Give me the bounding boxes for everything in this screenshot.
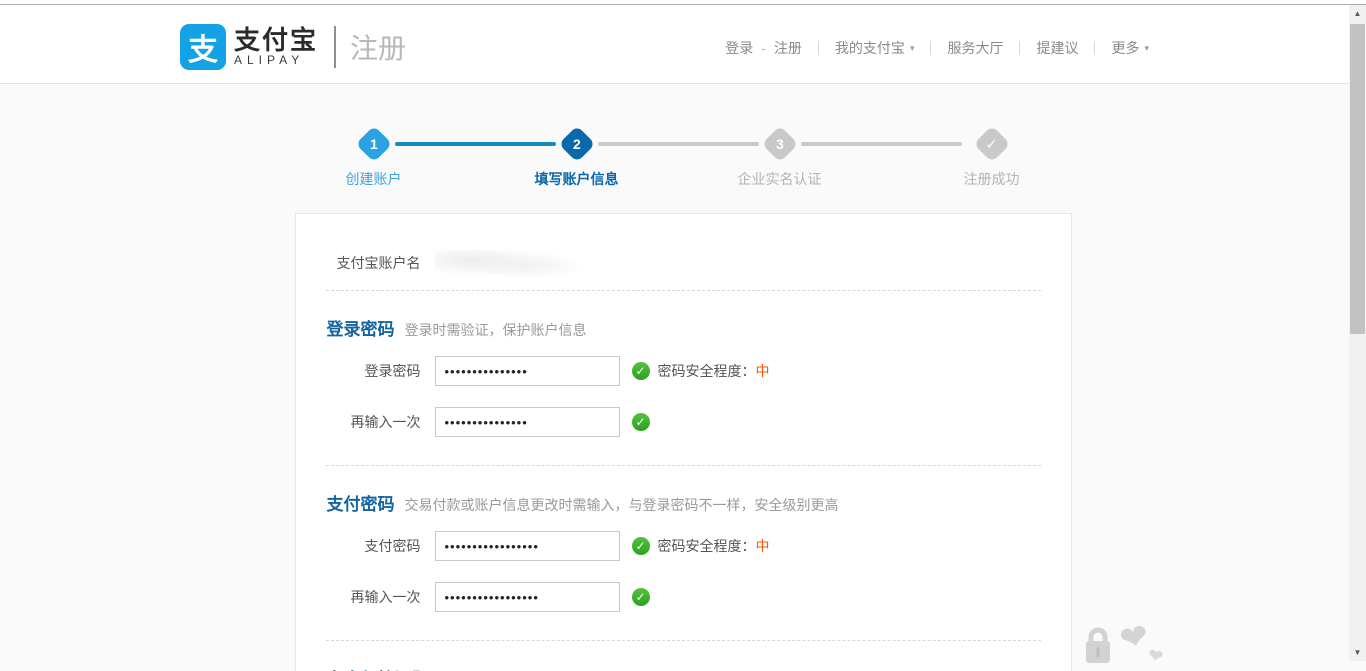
check-icon: ✓ xyxy=(632,362,650,380)
page-title: 注册 xyxy=(350,27,406,67)
nav-separator xyxy=(1094,41,1095,55)
pay-password-row: 支付密码 ✓ 密码安全程度：中 xyxy=(296,531,1071,561)
scroll-up-button[interactable]: ▲ xyxy=(1349,5,1366,22)
logo-glyph: 支 xyxy=(188,25,218,69)
account-info-form-card: 支付宝账户名 登录密码 登录时需验证，保护账户信息 登录密码 ✓ 密码安全程度：… xyxy=(295,213,1072,671)
step-connector-3-4 xyxy=(801,142,962,146)
nav-separator xyxy=(930,41,931,55)
login-password-input[interactable] xyxy=(435,356,620,386)
nav-dash: - xyxy=(761,40,766,56)
nav-login-link[interactable]: 登录 xyxy=(725,38,753,58)
top-nav: 登录 - 注册 我的支付宝 ▾ 服务大厅 提建议 更多 ▾ xyxy=(725,38,1149,58)
strength-label: 密码安全程度： xyxy=(658,538,756,554)
section-divider xyxy=(326,290,1041,291)
site-header: 支 支付宝 ALIPAY 注册 登录 - 注册 我的支付宝 ▾ 服务大厅 提建议… xyxy=(0,5,1349,84)
step-3-marker: 3 xyxy=(761,126,798,163)
password-strength: 密码安全程度：中 xyxy=(658,536,770,556)
scrollbar-thumb[interactable] xyxy=(1350,24,1365,334)
login-password-section-header: 登录密码 登录时需验证，保护账户信息 xyxy=(327,315,1071,340)
check-icon: ✓ xyxy=(632,537,650,555)
nav-service-hall-link[interactable]: 服务大厅 xyxy=(947,38,1003,58)
step-4-label: 注册成功 xyxy=(964,169,1020,189)
account-name-redacted xyxy=(435,250,591,276)
lock-icon xyxy=(1083,626,1113,671)
account-name-row: 支付宝账户名 xyxy=(296,250,1071,276)
security-question-section-header: 安全保护问题 忘记密码时，可通过回答问题找回密码 xyxy=(327,665,1071,671)
logo-divider xyxy=(334,26,336,68)
brand-name-en: ALIPAY xyxy=(234,53,318,67)
section-title: 登录密码 xyxy=(327,315,395,340)
step-3-number: 3 xyxy=(776,136,784,152)
pay-password-confirm-input[interactable] xyxy=(435,582,620,612)
heart-icon: ❤ xyxy=(1146,645,1165,668)
step-4-check-icon: ✓ xyxy=(986,135,998,152)
login-password-confirm-input[interactable] xyxy=(435,407,620,437)
registration-steps: 1 2 3 ✓ 创建账户 填写账户信息 企业实名认证 注册成功 xyxy=(295,121,1072,191)
account-name-label: 支付宝账户名 xyxy=(296,253,421,273)
section-description: 登录时需验证，保护账户信息 xyxy=(405,320,587,340)
strength-label: 密码安全程度： xyxy=(658,363,756,379)
check-icon: ✓ xyxy=(632,413,650,431)
step-3-label: 企业实名认证 xyxy=(738,169,822,189)
step-1-number: 1 xyxy=(370,136,378,152)
section-description: 交易付款或账户信息更改时需输入，与登录密码不一样，安全级别更高 xyxy=(405,495,839,515)
section-divider xyxy=(326,465,1041,466)
field-label: 再输入一次 xyxy=(296,587,421,607)
nav-more-link[interactable]: 更多 xyxy=(1111,38,1139,58)
vertical-scrollbar[interactable]: ▲ ▼ xyxy=(1349,5,1366,661)
pay-password-confirm-row: 再输入一次 ✓ xyxy=(296,582,1071,612)
strength-value: 中 xyxy=(756,538,770,554)
login-password-confirm-row: 再输入一次 ✓ xyxy=(296,407,1071,437)
field-label: 支付密码 xyxy=(296,536,421,556)
chevron-down-icon[interactable]: ▾ xyxy=(1144,43,1149,54)
step-2-label: 填写账户信息 xyxy=(535,169,619,189)
heart-icon: ❤ xyxy=(1116,615,1152,660)
pay-password-section-header: 支付密码 交易付款或账户信息更改时需输入，与登录密码不一样，安全级别更高 xyxy=(327,490,1071,515)
brand-name-cn: 支付宝 xyxy=(234,27,318,53)
field-label: 登录密码 xyxy=(296,361,421,381)
login-password-row: 登录密码 ✓ 密码安全程度：中 xyxy=(296,356,1071,386)
alipay-logo[interactable]: 支 支付宝 ALIPAY 注册 xyxy=(180,24,406,70)
section-title: 支付密码 xyxy=(327,490,395,515)
nav-feedback-link[interactable]: 提建议 xyxy=(1036,38,1078,58)
scroll-down-button[interactable]: ▼ xyxy=(1349,644,1366,661)
browser-chrome-edge xyxy=(0,0,1366,5)
chevron-down-icon[interactable]: ▾ xyxy=(910,43,915,54)
field-label: 再输入一次 xyxy=(296,412,421,432)
step-4-marker: ✓ xyxy=(973,126,1010,163)
step-1-label: 创建账户 xyxy=(346,169,402,189)
step-1-marker: 1 xyxy=(355,126,392,163)
brand-text: 支付宝 ALIPAY xyxy=(234,27,318,67)
step-connector-1-2 xyxy=(395,142,556,146)
nav-register-link[interactable]: 注册 xyxy=(774,38,802,58)
step-2-marker: 2 xyxy=(558,126,595,163)
check-icon: ✓ xyxy=(632,588,650,606)
password-strength: 密码安全程度：中 xyxy=(658,361,770,381)
nav-my-alipay-link[interactable]: 我的支付宝 xyxy=(835,38,905,58)
step-connector-2-3 xyxy=(598,142,759,146)
pay-password-input[interactable] xyxy=(435,531,620,561)
strength-value: 中 xyxy=(756,363,770,379)
nav-separator xyxy=(1019,41,1020,55)
section-title: 安全保护问题 xyxy=(327,665,429,671)
step-2-number: 2 xyxy=(573,136,581,152)
section-divider xyxy=(326,640,1041,641)
nav-separator xyxy=(818,41,819,55)
section-description: 忘记密码时，可通过回答问题找回密码 xyxy=(439,670,677,671)
alipay-logo-icon: 支 xyxy=(180,24,226,70)
